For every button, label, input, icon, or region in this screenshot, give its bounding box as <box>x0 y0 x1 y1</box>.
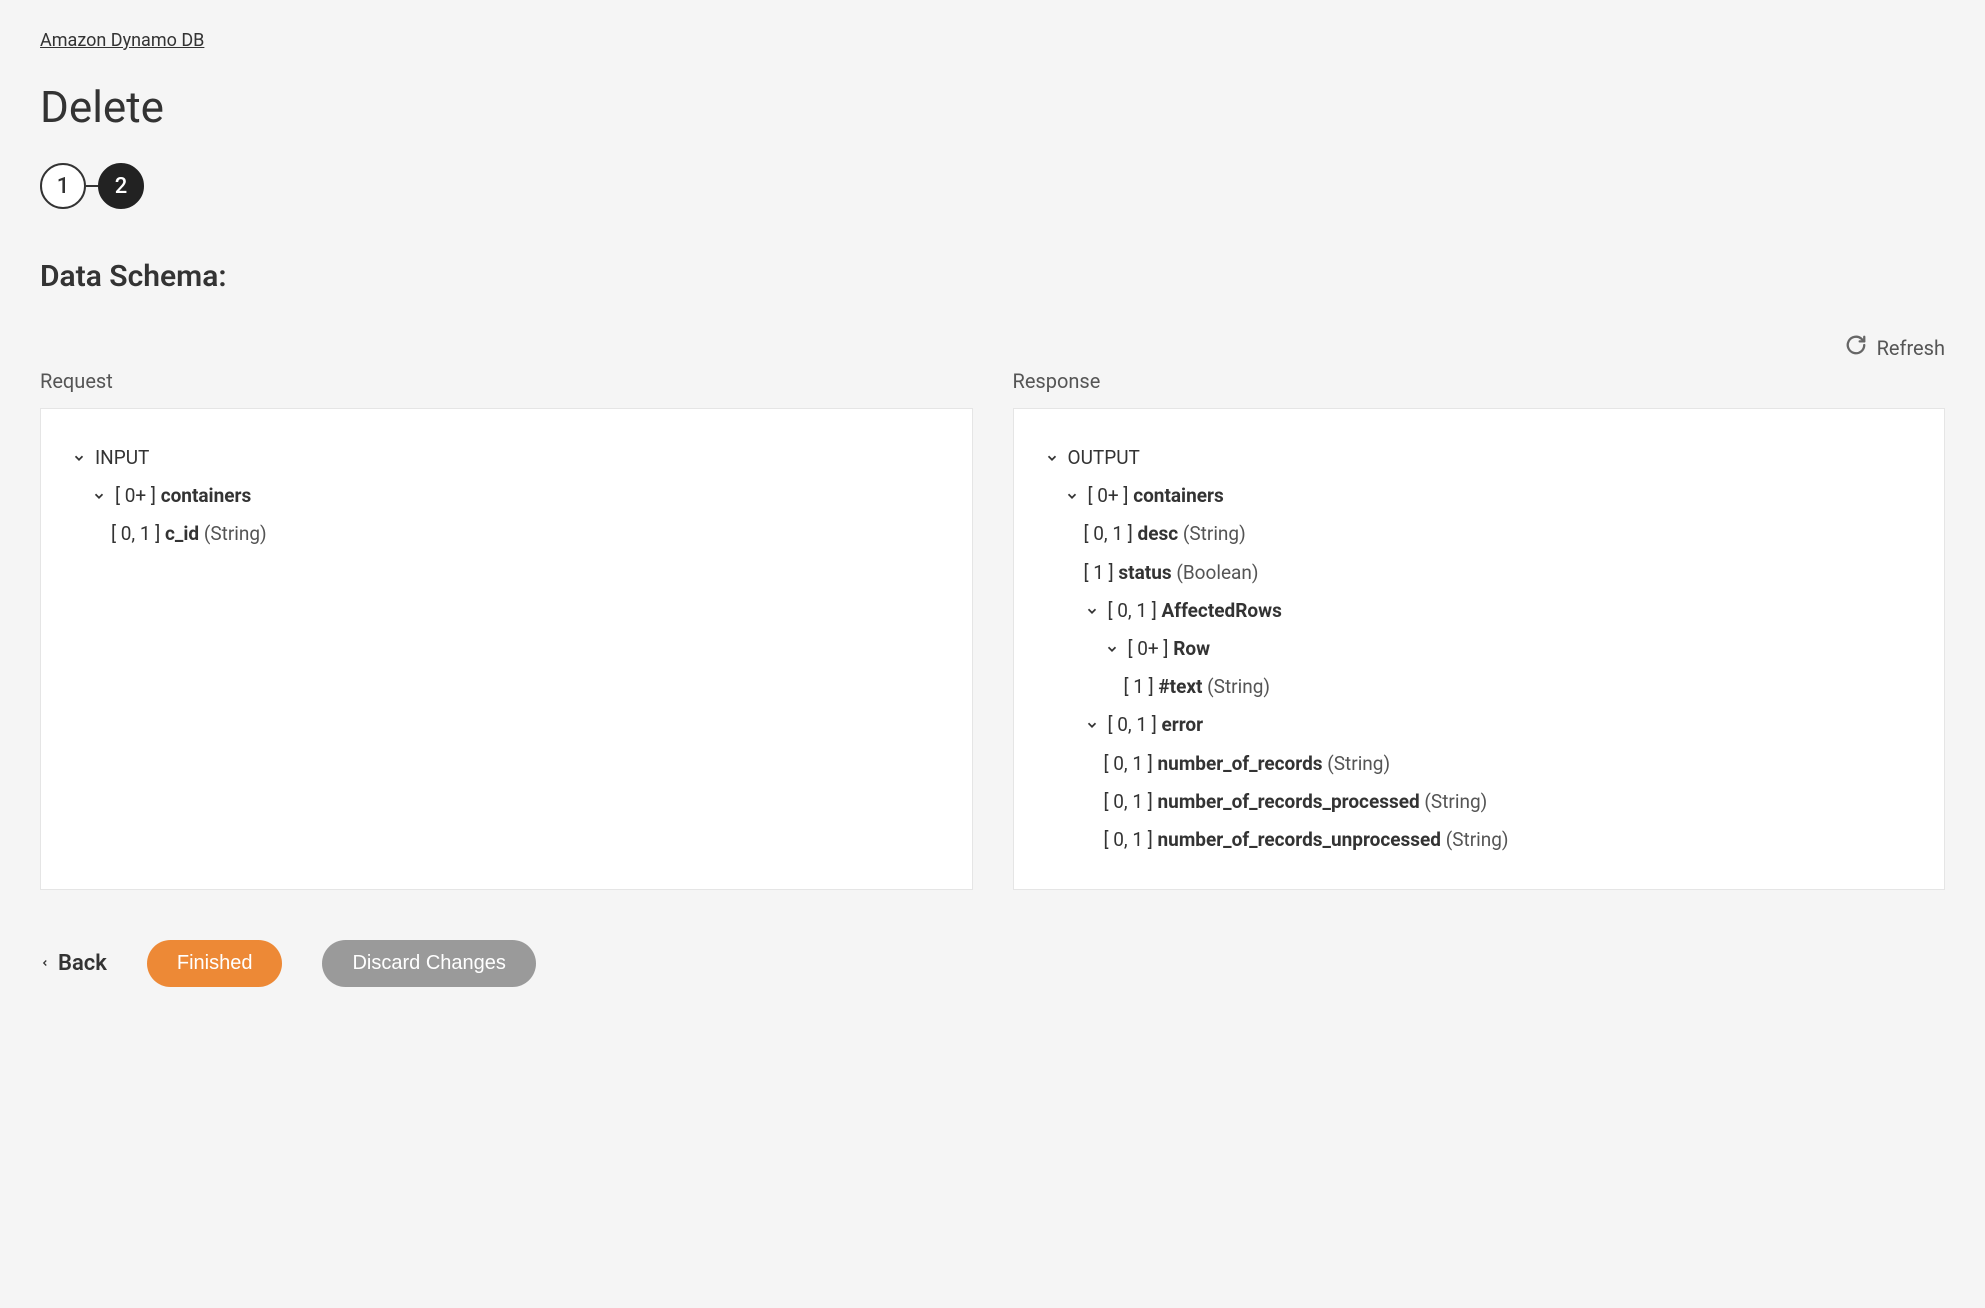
chevron-down-icon <box>91 488 107 504</box>
tree-label: OUTPUT <box>1068 441 1140 475</box>
step-connector <box>86 185 98 187</box>
section-title: Data Schema: <box>40 259 1945 294</box>
chevron-down-icon <box>1084 603 1100 619</box>
tree-node-num-records: [ 0, 1 ] number_of_records (String) <box>1044 745 1915 783</box>
tree-label: [ 0, 1 ] number_of_records (String) <box>1104 747 1391 781</box>
tree-label: [ 0, 1 ] number_of_records_processed (St… <box>1104 785 1488 819</box>
tree-label: INPUT <box>95 441 149 475</box>
tree-node-status: [ 1 ] status (Boolean) <box>1044 554 1915 592</box>
response-label: Response <box>1013 369 1946 393</box>
tree-label: [ 0, 1 ] desc (String) <box>1084 517 1246 551</box>
request-panel: INPUT [ 0+ ] containers [ 0, 1 ] c_id (S… <box>40 408 973 890</box>
tree-label: [ 1 ] #text (String) <box>1124 670 1271 704</box>
tree-node-cid: [ 0, 1 ] c_id (String) <box>71 515 942 553</box>
refresh-icon <box>1845 334 1867 361</box>
tree-label: [ 1 ] status (Boolean) <box>1084 556 1259 590</box>
tree-node-containers[interactable]: [ 0+ ] containers <box>71 477 942 515</box>
tree-node-num-processed: [ 0, 1 ] number_of_records_processed (St… <box>1044 783 1915 821</box>
back-label: Back <box>58 951 107 976</box>
tree-label: [ 0+ ] containers <box>115 479 251 513</box>
tree-node-input[interactable]: INPUT <box>71 439 942 477</box>
tree-label: [ 0, 1 ] AffectedRows <box>1108 594 1282 628</box>
discard-button[interactable]: Discard Changes <box>322 940 535 987</box>
tree-label: [ 0, 1 ] c_id (String) <box>111 517 267 551</box>
back-button[interactable]: Back <box>40 951 107 976</box>
tree-node-error[interactable]: [ 0, 1 ] error <box>1044 706 1915 744</box>
tree-node-desc: [ 0, 1 ] desc (String) <box>1044 515 1915 553</box>
response-panel: OUTPUT [ 0+ ] containers [ 0, 1 ] desc (… <box>1013 408 1946 890</box>
stepper: 1 2 <box>40 163 1945 209</box>
refresh-button[interactable]: Refresh <box>40 334 1945 361</box>
tree-node-output[interactable]: OUTPUT <box>1044 439 1915 477</box>
request-label: Request <box>40 369 973 393</box>
tree-node-affectedrows[interactable]: [ 0, 1 ] AffectedRows <box>1044 592 1915 630</box>
tree-node-containers[interactable]: [ 0+ ] containers <box>1044 477 1915 515</box>
tree-label: [ 0, 1 ] number_of_records_unprocessed (… <box>1104 823 1509 857</box>
step-2[interactable]: 2 <box>98 163 144 209</box>
tree-node-num-unprocessed: [ 0, 1 ] number_of_records_unprocessed (… <box>1044 821 1915 859</box>
tree-node-row[interactable]: [ 0+ ] Row <box>1044 630 1915 668</box>
step-1[interactable]: 1 <box>40 163 86 209</box>
tree-label: [ 0+ ] Row <box>1128 632 1211 666</box>
footer-buttons: Back Finished Discard Changes <box>40 940 1945 987</box>
page-title: Delete <box>40 81 1945 133</box>
chevron-down-icon <box>71 450 87 466</box>
chevron-down-icon <box>1084 717 1100 733</box>
tree-label: [ 0, 1 ] error <box>1108 708 1204 742</box>
chevron-down-icon <box>1104 641 1120 657</box>
chevron-left-icon <box>40 951 50 976</box>
finished-button[interactable]: Finished <box>147 940 283 987</box>
breadcrumb-link[interactable]: Amazon Dynamo DB <box>40 30 204 51</box>
chevron-down-icon <box>1064 488 1080 504</box>
tree-node-text: [ 1 ] #text (String) <box>1044 668 1915 706</box>
tree-label: [ 0+ ] containers <box>1088 479 1224 513</box>
refresh-label: Refresh <box>1877 336 1945 360</box>
chevron-down-icon <box>1044 450 1060 466</box>
